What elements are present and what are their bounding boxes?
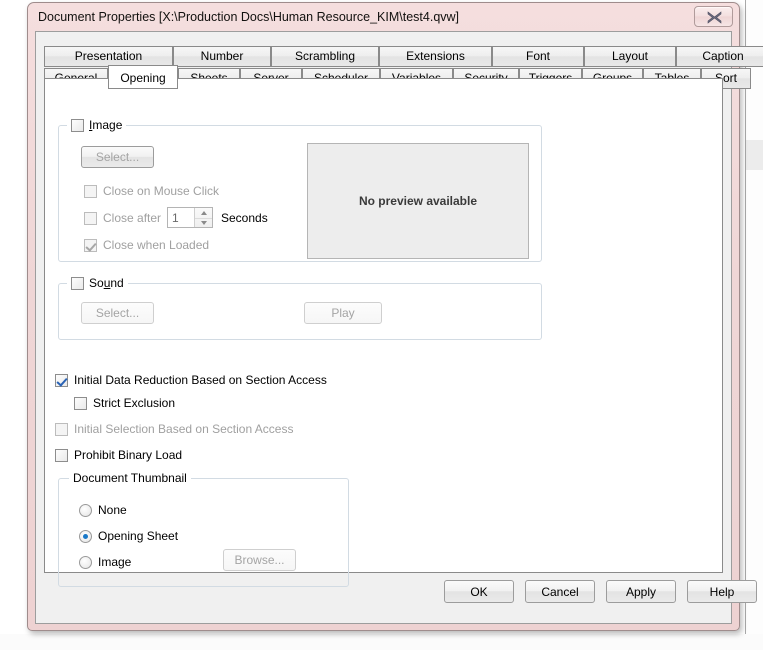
thumbnail-image-radio[interactable] <box>79 555 92 569</box>
tab-number[interactable]: Number <box>173 46 271 67</box>
strict-exclusion-label: Strict Exclusion <box>93 396 176 410</box>
window-title: Document Properties [X:\Production Docs\… <box>38 10 460 24</box>
close-after-seconds-stepper[interactable]: 1 <box>167 207 213 228</box>
cancel-label: Cancel <box>541 584 579 599</box>
stepper-buttons[interactable] <box>194 208 212 227</box>
tab-font[interactable]: Font <box>492 46 584 67</box>
seconds-text: Seconds <box>221 211 268 225</box>
initial-data-reduction-checkbox[interactable] <box>55 373 68 387</box>
close-icon <box>707 11 722 24</box>
document-thumbnail-groupbox: Document Thumbnail None Opening Sheet Im… <box>58 471 349 587</box>
initial-data-reduction-row[interactable]: Initial Data Reduction Based on Section … <box>55 373 327 387</box>
close-after-row[interactable]: Close after <box>84 211 161 225</box>
prohibit-binary-load-label: Prohibit Binary Load <box>74 448 183 462</box>
title-bar[interactable]: Document Properties [X:\Production Docs\… <box>28 3 739 33</box>
image-group-label: Image <box>89 118 123 132</box>
sound-enable-checkbox[interactable] <box>71 276 84 290</box>
image-select-button[interactable]: Select... <box>81 146 154 168</box>
tab-scrambling[interactable]: Scrambling <box>271 46 379 67</box>
initial-selection-row[interactable]: Initial Selection Based on Section Acces… <box>55 422 293 436</box>
sound-select-label: Select... <box>95 306 140 320</box>
sound-play-label: Play <box>331 306 355 320</box>
document-properties-window: Document Properties [X:\Production Docs\… <box>27 2 763 631</box>
sound-select-button[interactable]: Select... <box>81 302 154 324</box>
tab-opening[interactable]: Opening <box>108 65 178 89</box>
apply-label: Apply <box>625 584 657 599</box>
close-after-label: Close after <box>103 211 162 225</box>
image-groupbox: Image Select... Close on Mouse Click Clo… <box>58 118 542 262</box>
opening-tab-page: Image Select... Close on Mouse Click Clo… <box>44 78 723 587</box>
close-when-loaded-row[interactable]: Close when Loaded <box>84 238 209 252</box>
seconds-label: Seconds <box>221 211 268 225</box>
image-preview-panel: No preview available <box>307 143 529 259</box>
chevron-up-icon <box>200 210 207 215</box>
ok-button[interactable]: OK <box>444 580 514 603</box>
document-thumbnail-legend: Document Thumbnail <box>69 471 191 485</box>
help-button[interactable]: Help <box>687 580 757 603</box>
close-on-mouse-click-row[interactable]: Close on Mouse Click <box>84 184 219 198</box>
no-preview-text: No preview available <box>358 194 478 208</box>
thumbnail-none-label: None <box>98 503 127 517</box>
help-label: Help <box>709 584 735 599</box>
close-when-loaded-checkbox[interactable] <box>84 238 97 252</box>
thumbnail-opening-sheet-label: Opening Sheet <box>98 529 179 543</box>
close-after-checkbox[interactable] <box>84 211 97 225</box>
thumbnail-browse-label: Browse... <box>234 553 285 567</box>
tab-caption[interactable]: Caption <box>676 46 763 67</box>
sound-play-button[interactable]: Play <box>304 302 382 324</box>
thumbnail-opening-sheet-radio[interactable] <box>79 529 92 543</box>
cancel-button[interactable]: Cancel <box>525 580 595 603</box>
close-when-loaded-label: Close when Loaded <box>103 238 210 252</box>
thumbnail-option-opening-sheet[interactable]: Opening Sheet <box>79 529 178 543</box>
image-enable-checkbox[interactable] <box>71 118 84 132</box>
prohibit-binary-load-checkbox[interactable] <box>55 448 68 462</box>
background-strip <box>746 140 763 170</box>
image-group-legend[interactable]: Image <box>67 118 127 132</box>
close-after-seconds-value: 1 <box>172 211 179 225</box>
thumbnail-none-radio[interactable] <box>79 503 92 517</box>
background-panel-right <box>745 0 763 650</box>
thumbnail-browse-button[interactable]: Browse... <box>223 549 296 571</box>
sound-group-label: Sound <box>89 276 124 290</box>
initial-selection-label: Initial Selection Based on Section Acces… <box>74 422 294 436</box>
background-bottom <box>0 634 763 650</box>
prohibit-binary-load-row[interactable]: Prohibit Binary Load <box>55 448 182 462</box>
sound-group-legend[interactable]: Sound <box>67 276 128 290</box>
thumbnail-option-image[interactable]: Image <box>79 555 131 569</box>
close-on-mouse-click-checkbox[interactable] <box>84 184 97 198</box>
sound-groupbox: Sound Select... Play <box>58 276 542 340</box>
chevron-down-icon <box>200 221 207 226</box>
thumbnail-option-none[interactable]: None <box>79 503 127 517</box>
tab-layout[interactable]: Layout <box>584 46 676 67</box>
close-button[interactable] <box>694 6 733 27</box>
initial-selection-checkbox[interactable] <box>55 422 68 436</box>
close-on-mouse-click-label: Close on Mouse Click <box>103 184 220 198</box>
tab-extensions[interactable]: Extensions <box>379 46 492 67</box>
apply-button[interactable]: Apply <box>606 580 676 603</box>
strict-exclusion-row[interactable]: Strict Exclusion <box>74 396 175 410</box>
ok-label: OK <box>470 584 488 599</box>
stepper-up-button[interactable] <box>195 208 212 218</box>
dialog-client-area: Presentation Number Scrambling Extension… <box>35 31 763 624</box>
stepper-down-button[interactable] <box>195 217 212 229</box>
strict-exclusion-checkbox[interactable] <box>74 396 87 410</box>
initial-data-reduction-label: Initial Data Reduction Based on Section … <box>74 373 327 387</box>
tab-presentation[interactable]: Presentation <box>44 46 173 67</box>
thumbnail-image-label: Image <box>98 555 132 569</box>
